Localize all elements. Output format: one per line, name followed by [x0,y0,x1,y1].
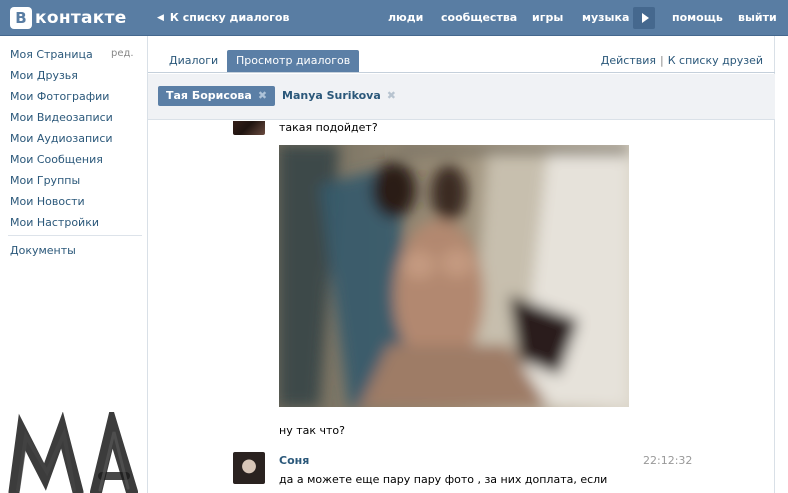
sidebar-item-videos[interactable]: Мои Видеозаписи [10,111,113,124]
nav-music[interactable]: музыка [582,11,629,24]
tab-view-dialogs[interactable]: Просмотр диалогов [227,50,360,72]
logo-text: контакте [35,8,127,28]
dialogs-panel: Диалоги Просмотр диалогов Действия | К спи… [147,36,775,493]
actions-separator: | [660,54,664,67]
logo-letter: В [10,7,32,29]
back-to-dialogs-link[interactable]: ◀ К списку диалогов [157,11,289,24]
vk-logo[interactable]: В контакте [10,6,127,30]
sidebar-item-friends[interactable]: Мои Друзья [10,69,78,82]
close-icon[interactable]: ✖ [387,89,396,102]
blurred-photo-image [279,145,629,407]
edit-menu-link[interactable]: ред. [111,48,134,59]
message-text: ну так что? [279,424,345,437]
peer-chip[interactable]: Manya Surikova ✖ [274,86,404,106]
top-header: В контакте ◀ К списку диалогов люди сооб… [0,0,788,36]
message-time: 22:12:32 [643,454,693,467]
nav-games[interactable]: игры [532,11,563,24]
back-link-label: К списку диалогов [169,11,290,24]
actions-link[interactable]: Действия [601,54,656,67]
avatar[interactable] [233,452,265,484]
peer-name: Manya Surikova [282,89,381,102]
sidebar-item-messages[interactable]: Мои Сообщения [10,153,103,166]
nav-help[interactable]: помощь [672,11,723,24]
chevron-left-icon: ◀ [157,12,164,23]
peer-name: Тая Борисова [166,89,252,102]
nav-people[interactable]: люди [388,11,423,24]
message-author[interactable]: Соня [279,454,309,467]
sidebar-item-news[interactable]: Мои Новости [10,195,85,208]
sidebar-item-groups[interactable]: Мои Группы [10,174,80,187]
peer-chip-selected[interactable]: Тая Борисова ✖ [158,86,276,106]
sidebar-item-settings[interactable]: Мои Настройки [10,216,99,229]
attached-photo[interactable] [279,145,629,407]
message-text: да а можете еще пару пару фото , за них … [279,473,608,486]
message-history[interactable]: такая подойдет? ну так что? Соня 22:12:3… [148,121,775,493]
sidebar-item-audio[interactable]: Мои Аудиозаписи [10,132,113,145]
play-icon [641,13,649,23]
brush-stroke-graphic [8,412,138,493]
dialog-peers-bar: Тая Борисова ✖ Manya Surikova ✖ [148,74,775,120]
tab-dialogs[interactable]: Диалоги [160,50,227,72]
sidebar-item-my-page[interactable]: Моя Страница [10,48,93,61]
message-text: такая подойдет? [279,121,378,134]
panel-actions: Действия | К списку друзей [601,54,763,67]
play-music-button[interactable] [633,7,655,29]
nav-logout[interactable]: выйти [738,11,777,24]
tabs-bar: Диалоги Просмотр диалогов Действия | К спи… [148,36,775,73]
sidebar-item-documents[interactable]: Документы [10,244,76,257]
avatar[interactable] [233,121,265,135]
sidebar-item-photos[interactable]: Мои Фотографии [10,90,109,103]
sidebar-divider [8,235,142,236]
friends-list-link[interactable]: К списку друзей [668,54,763,67]
nav-communities[interactable]: сообщества [441,11,517,24]
close-icon[interactable]: ✖ [258,89,267,102]
